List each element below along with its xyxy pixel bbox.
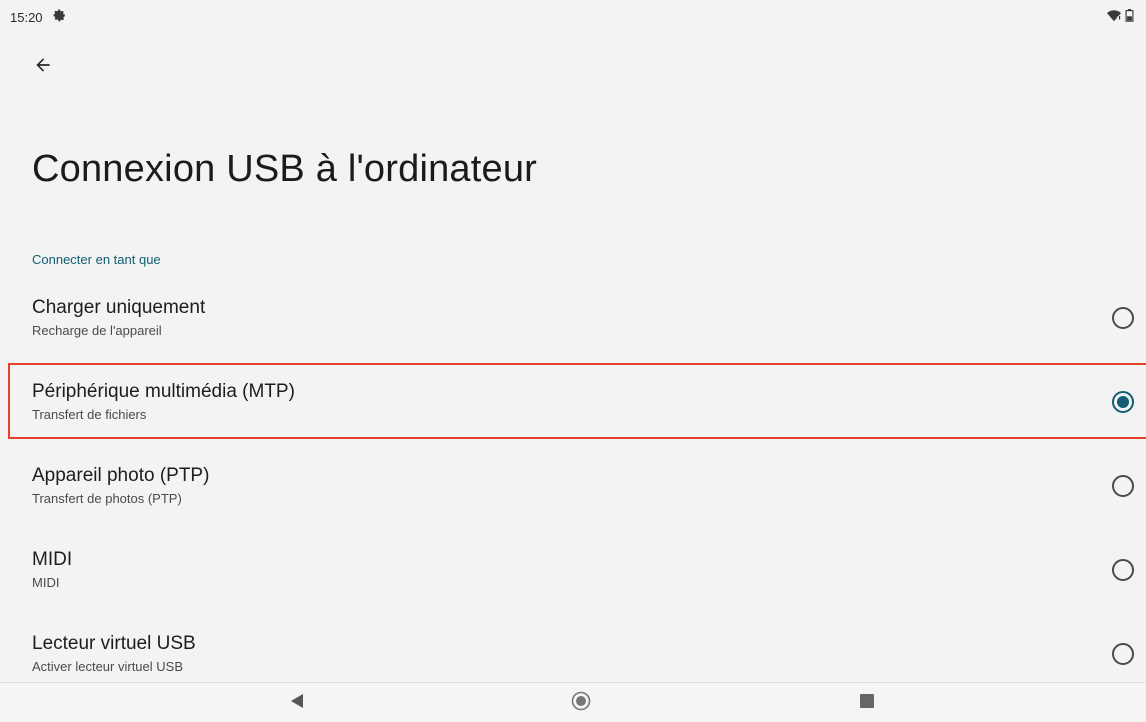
home-circle-icon xyxy=(571,691,591,716)
option-subtitle: Recharge de l'appareil xyxy=(32,323,162,338)
option-charge-only[interactable]: Charger uniquement Recharge de l'apparei… xyxy=(0,276,1146,360)
option-subtitle: Activer lecteur virtuel USB xyxy=(32,659,183,674)
radio-button-selected[interactable] xyxy=(1112,391,1134,413)
status-bar: 15:20 xyxy=(0,0,1146,34)
option-midi[interactable]: MIDI MIDI xyxy=(0,528,1146,612)
option-subtitle: MIDI xyxy=(32,575,60,590)
wifi-icon xyxy=(1107,9,1121,25)
battery-icon xyxy=(1125,9,1134,25)
radio-button[interactable] xyxy=(1112,643,1134,665)
radio-button[interactable] xyxy=(1112,559,1134,581)
usb-mode-list: Charger uniquement Recharge de l'apparei… xyxy=(0,276,1146,696)
recents-square-icon xyxy=(860,693,874,713)
option-ptp[interactable]: Appareil photo (PTP) Transfert de photos… xyxy=(0,444,1146,528)
navigation-bar xyxy=(0,682,1146,722)
nav-recents-button[interactable] xyxy=(852,691,882,715)
option-title: Lecteur virtuel USB xyxy=(32,633,196,654)
option-subtitle: Transfert de photos (PTP) xyxy=(32,491,182,506)
nav-back-button[interactable] xyxy=(282,691,312,715)
radio-button[interactable] xyxy=(1112,307,1134,329)
arrow-left-icon xyxy=(33,55,53,80)
status-right xyxy=(1107,9,1134,25)
option-texts: Périphérique multimédia (MTP) Transfert … xyxy=(32,380,295,424)
option-texts: Appareil photo (PTP) Transfert de photos… xyxy=(32,464,209,508)
status-time: 15:20 xyxy=(10,9,43,25)
option-texts: Lecteur virtuel USB Activer lecteur virt… xyxy=(32,632,196,676)
section-header: Connecter en tant que xyxy=(32,252,161,267)
radio-button[interactable] xyxy=(1112,475,1134,497)
nav-home-button[interactable] xyxy=(566,691,596,715)
back-button[interactable] xyxy=(28,52,58,82)
option-title: Appareil photo (PTP) xyxy=(32,465,210,486)
option-title: MIDI xyxy=(32,549,73,570)
option-texts: MIDI MIDI xyxy=(32,548,72,592)
option-title: Périphérique multimédia (MTP) xyxy=(32,381,295,402)
page-title: Connexion USB à l'ordinateur xyxy=(32,148,538,190)
option-mtp[interactable]: Périphérique multimédia (MTP) Transfert … xyxy=(0,360,1146,444)
back-triangle-icon xyxy=(290,693,304,714)
option-subtitle: Transfert de fichiers xyxy=(32,407,147,422)
option-texts: Charger uniquement Recharge de l'apparei… xyxy=(32,296,205,340)
option-title: Charger uniquement xyxy=(32,297,206,318)
status-left: 15:20 xyxy=(10,9,67,26)
settings-gear-icon xyxy=(53,9,67,26)
